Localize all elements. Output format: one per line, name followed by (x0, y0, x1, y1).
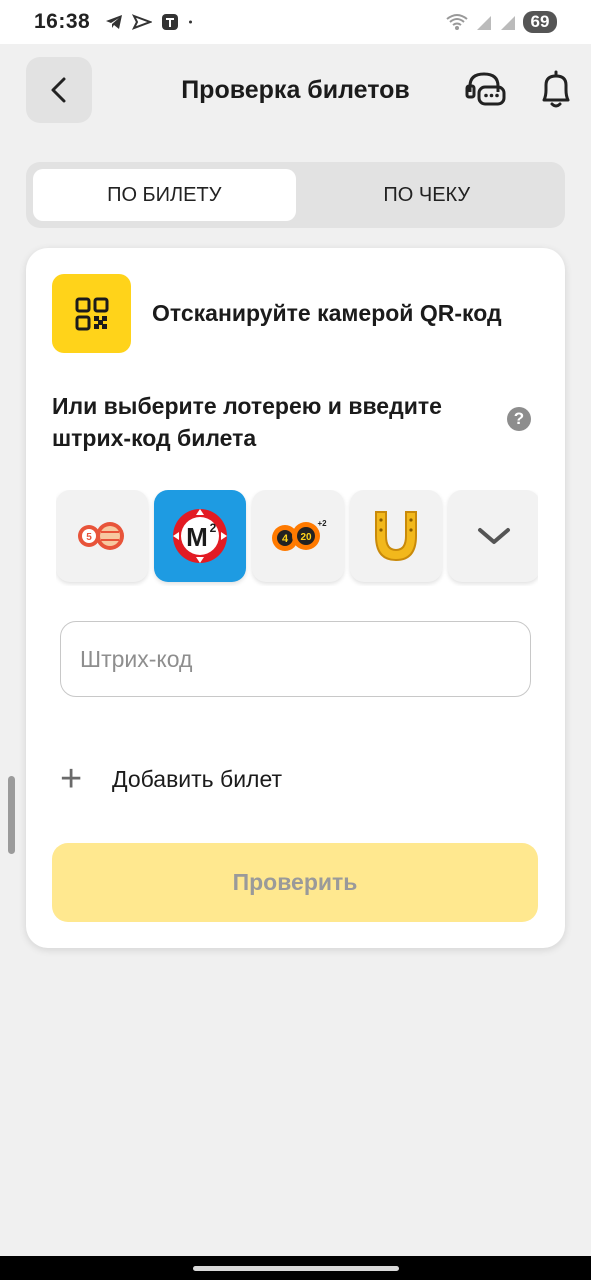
qr-code-icon (75, 297, 108, 330)
lottery-option-5-balls[interactable]: 5 (56, 490, 148, 582)
more-lotteries-button[interactable] (448, 490, 538, 582)
lottery-option-4-20[interactable]: 4 20 +2 (252, 490, 344, 582)
notifications-button[interactable] (534, 68, 578, 112)
home-gesture-handle[interactable] (193, 1266, 399, 1271)
support-chat-icon (465, 72, 506, 106)
qr-scan-row[interactable]: Отсканируйте камерой QR-код (52, 274, 502, 353)
lottery-option-horseshoe[interactable] (350, 490, 442, 582)
barcode-input[interactable] (60, 621, 531, 697)
app-notification-icon (162, 14, 179, 30)
tab-by-receipt[interactable]: ПО ЧЕКУ (296, 169, 559, 221)
wifi-icon (446, 14, 468, 30)
qr-scan-button[interactable] (52, 274, 131, 353)
qr-scan-label: Отсканируйте камерой QR-код (152, 300, 502, 326)
svg-text:+2: +2 (317, 519, 327, 528)
check-mode-tabs: ПО БИЛЕТУ ПО ЧЕКУ (26, 162, 565, 228)
signal-1-icon (477, 16, 491, 30)
svg-text:20: 20 (300, 532, 312, 543)
lottery-selector: 5 M 2 4 20 +2 (56, 490, 538, 586)
signal-2-icon (501, 16, 515, 30)
send-icon (132, 14, 153, 30)
lottery-4-20-icon: 4 20 +2 (272, 519, 327, 551)
add-ticket-label: Добавить билет (112, 765, 283, 792)
status-bar: 16:38 69 (0, 0, 591, 44)
battery-indicator: 69 (523, 11, 557, 33)
lottery-5-balls-icon: 5 (78, 522, 124, 550)
choose-lottery-instruction: Или выберите лотерею и введите штрих-код… (52, 393, 442, 451)
scroll-indicator (8, 776, 15, 854)
svg-text:5: 5 (86, 532, 92, 543)
ticket-check-card: Отсканируйте камерой QR-код Или выберите… (26, 248, 565, 948)
bell-icon (542, 70, 570, 108)
tab-by-ticket[interactable]: ПО БИЛЕТУ (33, 169, 296, 221)
lottery-horseshoe-icon (375, 511, 417, 562)
more-notifications-dot-icon (189, 20, 193, 24)
plus-icon: + (60, 758, 83, 800)
header: Проверка билетов (0, 44, 591, 144)
add-ticket-button[interactable]: + Добавить билет (60, 760, 282, 798)
svg-text:2: 2 (210, 521, 217, 535)
lottery-m2-icon: M 2 (173, 509, 227, 563)
lottery-option-m2[interactable]: M 2 (154, 490, 246, 582)
help-icon[interactable]: ? (507, 407, 531, 431)
system-navigation-bar (0, 1256, 591, 1280)
status-time: 16:38 (34, 10, 91, 33)
svg-text:M: M (186, 522, 208, 552)
chevron-down-icon (478, 528, 510, 544)
telegram-icon (106, 15, 123, 29)
support-chat-button[interactable] (464, 68, 508, 112)
check-button[interactable]: Проверить (52, 843, 538, 922)
svg-text:4: 4 (282, 533, 289, 545)
